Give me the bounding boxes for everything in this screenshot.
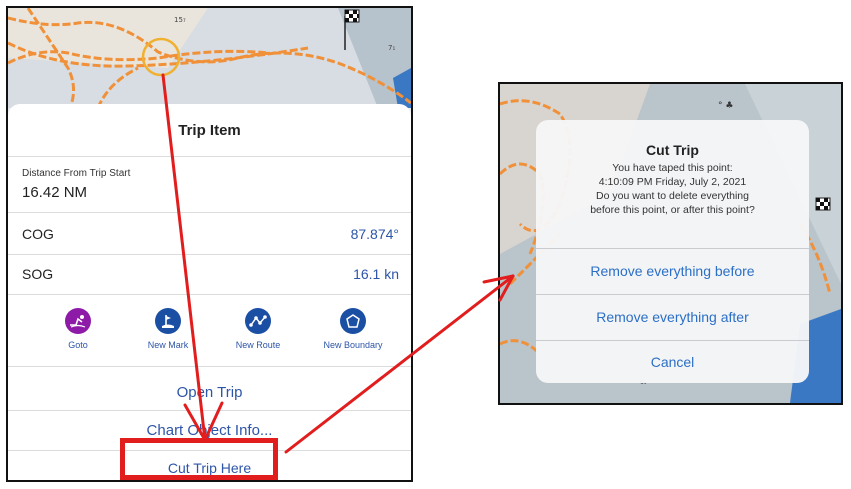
divider xyxy=(8,294,411,295)
svg-text:° ♣: ° ♣ xyxy=(718,101,733,111)
route-icon xyxy=(245,308,271,334)
remove-before-button[interactable]: Remove everything before xyxy=(536,263,809,279)
finish-flag-icon xyxy=(815,197,831,211)
open-trip-button[interactable]: Open Trip xyxy=(8,384,411,401)
cog-label: COG xyxy=(22,226,54,242)
sog-label: SOG xyxy=(22,266,54,282)
cut-trip-dialog: Cut Trip You have taped this point: 4:10… xyxy=(536,120,809,383)
dialog-title: Cut Trip xyxy=(646,142,699,158)
goto-label: Goto xyxy=(68,340,88,350)
chart-object-info-button[interactable]: Chart Object Info... xyxy=(8,422,411,439)
svg-text:7₁: 7₁ xyxy=(388,44,395,52)
cog-value: 87.874° xyxy=(350,226,399,242)
goto-icon xyxy=(65,308,91,334)
sog-value: 16.1 kn xyxy=(353,266,399,282)
new-boundary-action[interactable]: New Boundary xyxy=(308,308,398,350)
goto-action[interactable]: Goto xyxy=(33,308,123,350)
new-route-action[interactable]: New Route xyxy=(213,308,303,350)
distance-label: Distance From Trip Start xyxy=(22,168,131,179)
svg-text:15₇: 15₇ xyxy=(174,16,186,24)
trip-item-screen: 15₇ 7₁ Trip Item Distance From Trip Star… xyxy=(6,6,413,482)
sheet-title: Trip Item xyxy=(178,122,241,139)
trip-item-sheet: Trip Item Distance From Trip Start 16.42… xyxy=(8,104,411,480)
dialog-message-line: 4:10:09 PM Friday, July 2, 2021 xyxy=(598,176,747,188)
new-boundary-label: New Boundary xyxy=(323,340,383,350)
divider xyxy=(8,156,411,157)
highlight-box xyxy=(120,438,278,480)
dialog-message-line: Do you want to delete everything xyxy=(596,190,749,202)
dialog-message-line: You have taped this point: xyxy=(612,162,733,174)
distance-value: 16.42 NM xyxy=(22,184,88,201)
new-mark-action[interactable]: New Mark xyxy=(123,308,213,350)
remove-after-button[interactable]: Remove everything after xyxy=(536,309,809,325)
divider xyxy=(536,340,809,341)
divider xyxy=(8,212,411,213)
cancel-button[interactable]: Cancel xyxy=(536,354,809,370)
divider xyxy=(8,410,411,411)
divider xyxy=(8,254,411,255)
divider xyxy=(8,366,411,367)
cut-trip-screen: ° ♣ 6₄ Cut Trip You have taped this poin… xyxy=(498,82,843,405)
dialog-message-line: before this point, or after this point? xyxy=(590,204,755,216)
divider xyxy=(536,294,809,295)
mark-icon xyxy=(155,308,181,334)
new-route-label: New Route xyxy=(235,340,281,350)
chart-map[interactable]: 15₇ 7₁ xyxy=(8,8,411,108)
new-mark-label: New Mark xyxy=(147,340,189,350)
boundary-icon xyxy=(340,308,366,334)
divider xyxy=(536,248,809,249)
